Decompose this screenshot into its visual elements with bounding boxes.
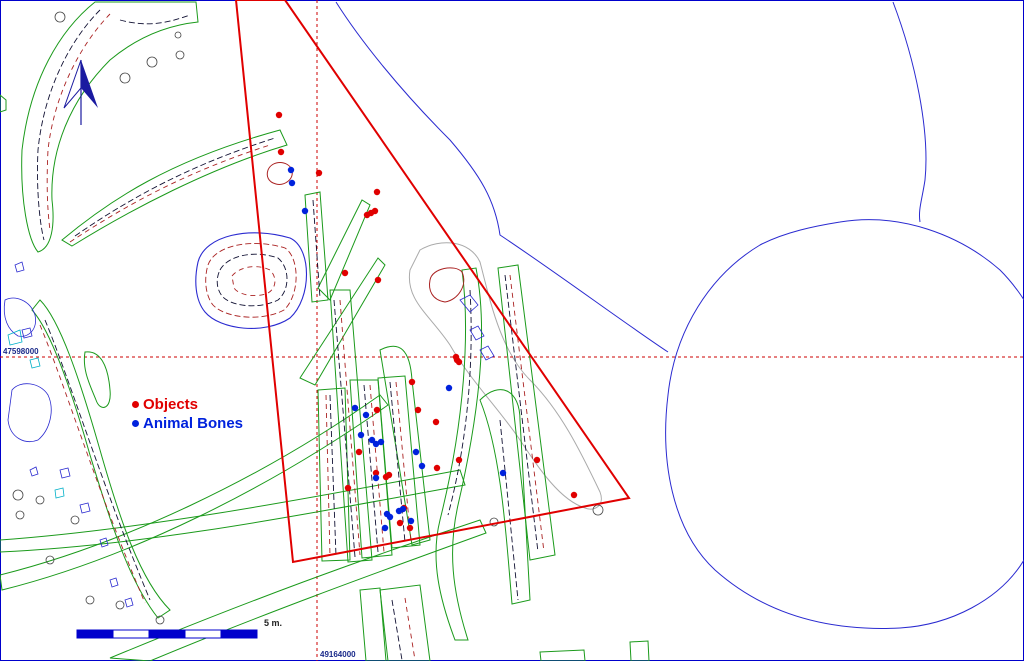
- timber-long-2: [317, 387, 351, 562]
- legend-label-objects: Objects: [143, 396, 199, 413]
- animal-bone-point: [351, 404, 359, 412]
- pit-feature: [195, 232, 307, 329]
- object-point: [315, 169, 323, 177]
- object-point: [374, 276, 382, 284]
- object-point: [406, 524, 414, 532]
- animal-bone-point: [381, 524, 389, 532]
- object-point: [570, 491, 578, 499]
- legend-item-objects: Objects: [132, 395, 243, 414]
- timber-outlines: [0, 1, 650, 661]
- object-point: [373, 188, 381, 196]
- object-point: [408, 378, 416, 386]
- animal-bone-point: [386, 513, 394, 521]
- small-pit-feature-2: [266, 162, 293, 185]
- animal-bone-point: [362, 411, 370, 419]
- legend-label-animal-bones: Animal Bones: [143, 415, 244, 432]
- timber-bottom-2: [629, 640, 650, 661]
- pond-outline: [665, 219, 1024, 629]
- animal-bone-point: [445, 384, 453, 392]
- small-pit-feature: [429, 267, 465, 303]
- excavation-map: 47598000 49164000 5 m.: [0, 0, 1024, 661]
- animal-bone-point: [301, 207, 309, 215]
- object-point: [414, 406, 422, 414]
- object-point: [371, 207, 379, 215]
- object-point: [277, 148, 285, 156]
- animal-bone-point: [407, 517, 415, 525]
- timber-diagonal-3: [299, 257, 386, 386]
- survey-triangle: [234, 0, 631, 564]
- timber-bottom-4: [359, 587, 387, 661]
- object-point: [533, 456, 541, 464]
- animal-bone-point: [418, 462, 426, 470]
- object-point: [355, 448, 363, 456]
- timber-curve-central: [435, 267, 483, 641]
- timber-hatching: [37, 9, 545, 661]
- timber-bottom-1: [539, 649, 586, 661]
- scatter-features-left: [3, 261, 495, 608]
- object-point: [344, 484, 352, 492]
- object-point: [433, 464, 441, 472]
- object-point: [453, 356, 461, 364]
- north-arrow-icon: [63, 59, 98, 125]
- animal-bone-point: [287, 166, 295, 174]
- timber-small-left: [83, 351, 111, 408]
- timber-lower-sweep-3: [109, 519, 487, 661]
- object-points: [275, 111, 578, 532]
- animal-bone-point: [412, 448, 420, 456]
- legend-dot-objects: [132, 401, 139, 408]
- legend-dot-animal-bones: [132, 420, 139, 427]
- animal-bone-point: [372, 474, 380, 482]
- object-point: [396, 519, 404, 527]
- scale-bar-label: 5 m.: [264, 618, 282, 628]
- map-legend: Objects Animal Bones: [132, 395, 243, 433]
- animal-bone-point: [288, 179, 296, 187]
- legend-item-animal-bones: Animal Bones: [132, 414, 243, 433]
- timber-diagonal-2: [317, 199, 371, 301]
- coord-label-vertical: 49164000: [320, 650, 356, 659]
- pond-upper-outline: [892, 1, 927, 223]
- animal-bone-point: [357, 431, 365, 439]
- animal-bone-points: [287, 166, 507, 532]
- river-channel-outline: [335, 1, 669, 353]
- object-point: [373, 406, 381, 414]
- object-point: [341, 269, 349, 277]
- coord-label-horizontal: 47598000: [3, 347, 39, 356]
- object-point: [432, 418, 440, 426]
- animal-bone-point: [377, 438, 385, 446]
- object-point: [385, 471, 393, 479]
- object-point: [275, 111, 283, 119]
- object-point: [455, 456, 463, 464]
- scale-bar: 5 m.: [76, 618, 282, 639]
- timber-bottom-3: [379, 584, 431, 661]
- animal-bone-point: [499, 469, 507, 477]
- timber-lower-sweep-2: [0, 469, 466, 553]
- animal-bone-point: [399, 505, 407, 513]
- scatter-rings-left: [12, 11, 604, 625]
- timber-diagonal-1: [61, 129, 288, 247]
- timber-left-bank: [31, 299, 171, 619]
